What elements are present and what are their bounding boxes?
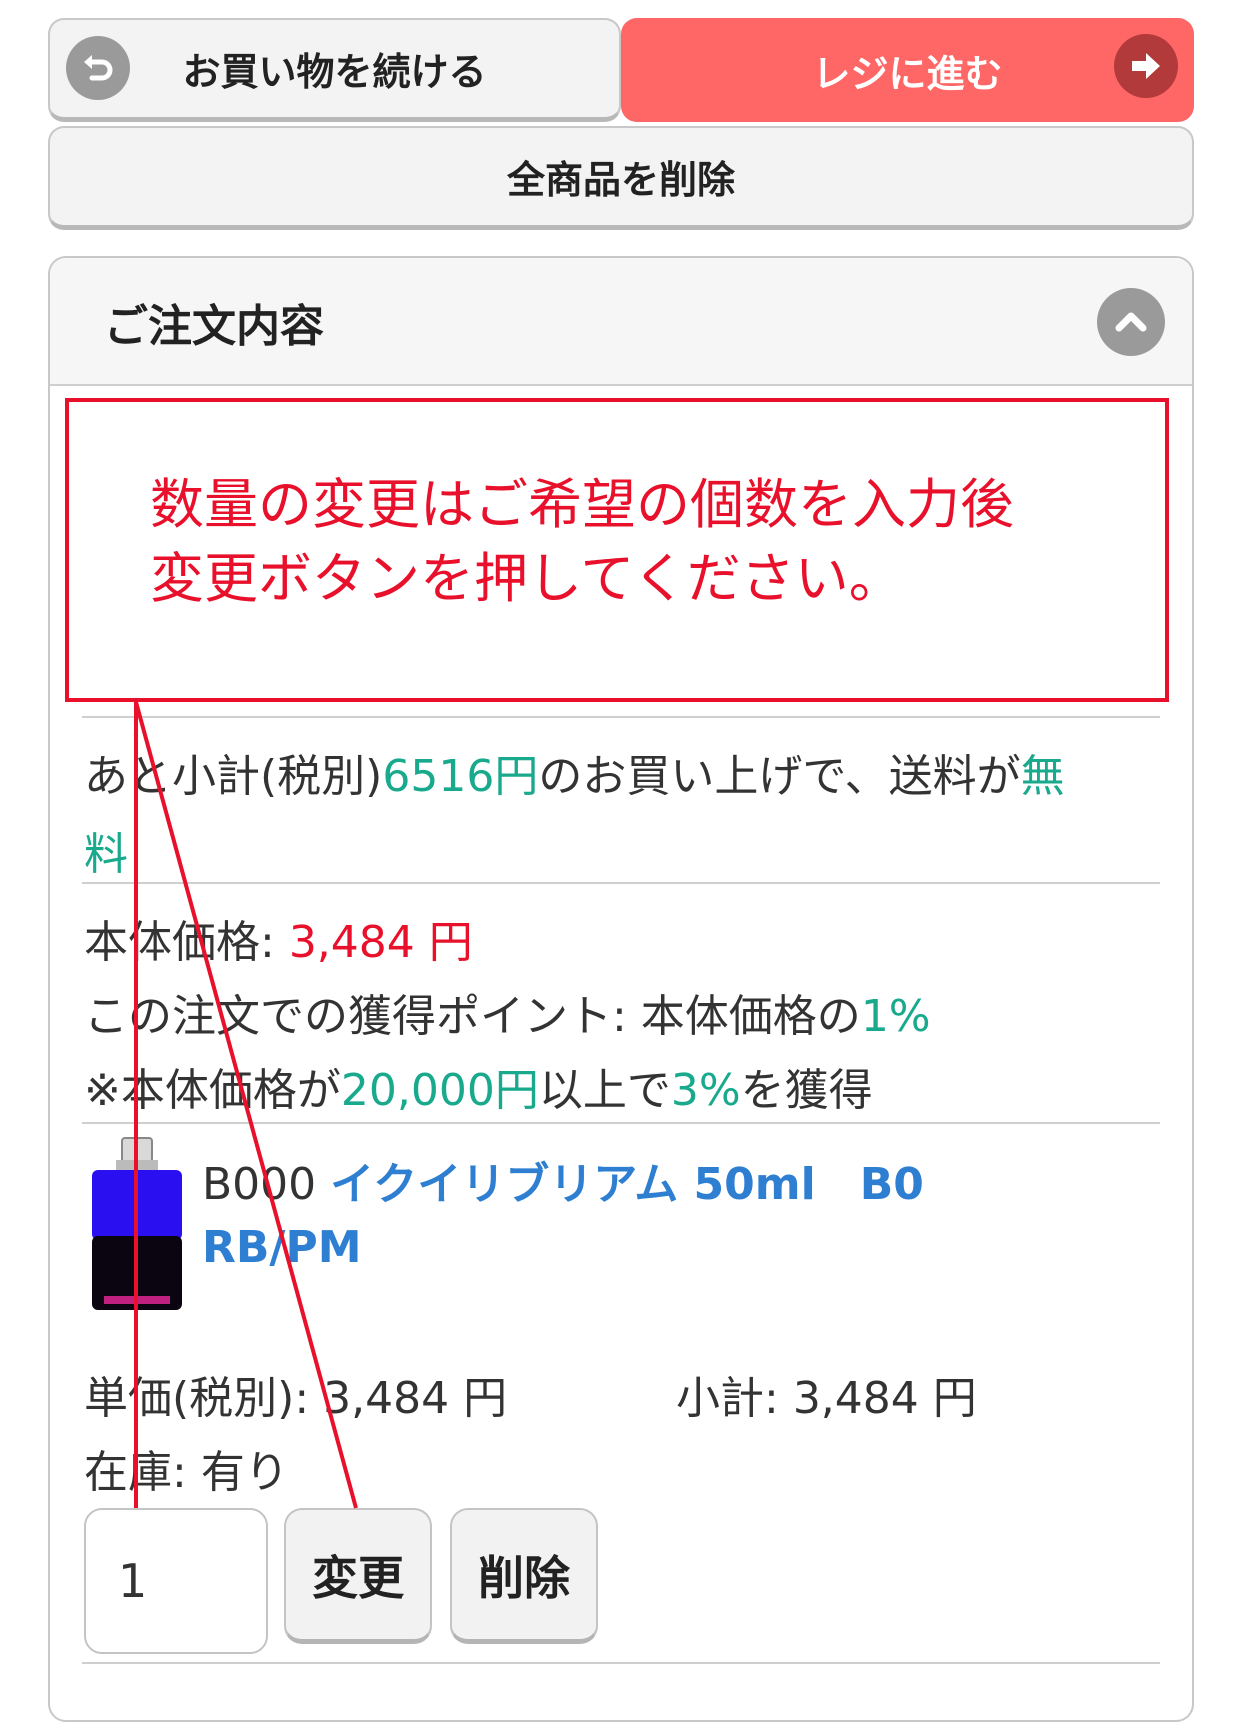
item-name-line1: B000 イクイリブリアム 50ml B0 [202,1148,924,1212]
checkout-label: レジに進む [812,51,1003,96]
quantity-input[interactable]: 1 [84,1508,268,1654]
unit-price-value: 3,484 円 [323,1373,508,1424]
back-arrow-icon [66,36,130,100]
order-panel-title: ご注文内容 [104,301,324,352]
base-price-label: 本体価格: [84,917,289,968]
shipping-prefix: あと小計(税別) [84,751,383,802]
delete-all-label: 全商品を削除 [506,158,735,202]
subtotal-line: 小計: 3,484 円 [676,1362,977,1426]
stock-label: 在庫: [84,1447,201,1498]
shipping-info-line1: あと小計(税別)6516円のお買い上げで、送料が無 [84,740,1065,804]
bonus-prefix: ※本体価格が [84,1065,341,1116]
base-price-line: 本体価格: 3,484 円 [84,906,473,970]
subtotal-value: 3,484 円 [792,1373,977,1424]
shipping-free-part2: 料 [84,829,128,880]
checkout-button[interactable]: レジに進む [621,18,1194,122]
bonus-points-line: ※本体価格が20,000円以上で3%を獲得 [84,1054,873,1118]
shipping-middle: のお買い上げで、送料が [538,751,1021,802]
unit-price-label: 単価(税別): [84,1373,324,1424]
item-code: B000 [202,1159,317,1210]
delete-all-button[interactable]: 全商品を削除 [48,126,1194,230]
item-name-link-line2[interactable]: RB/PM [202,1222,362,1273]
forward-arrow-icon [1114,34,1178,98]
divider [82,716,1160,718]
bonus-threshold: 20,000円 [340,1065,539,1116]
remove-item-button[interactable]: 削除 [450,1508,598,1644]
divider [82,882,1160,884]
notice-text: 数量の変更はご希望の個数を入力後 変更ボタンを押してください。 [150,473,1014,610]
change-quantity-button[interactable]: 変更 [284,1508,432,1644]
stock-value: 有り [200,1447,289,1498]
unit-price-line: 単価(税別): 3,484 円 [84,1362,507,1426]
item-name-link[interactable]: イクイリブリアム 50ml B0 [330,1159,924,1210]
divider [82,1122,1160,1124]
points-label: この注文での獲得ポイント: 本体価格の [84,991,861,1042]
points-line: この注文での獲得ポイント: 本体価格の1% [84,980,931,1044]
product-thumbnail[interactable] [86,1136,188,1316]
base-price-value: 3,484 円 [288,917,473,968]
bonus-mid: 以上で [538,1065,671,1116]
shipping-amount: 6516円 [382,751,539,802]
subtotal-label: 小計: [676,1373,793,1424]
continue-shopping-label: お買い物を続ける [182,50,487,94]
divider [82,1662,1160,1664]
shipping-free-part1: 無 [1020,751,1065,802]
bonus-rate: 3% [670,1065,741,1116]
continue-shopping-button[interactable]: お買い物を続ける [48,18,621,122]
bonus-suffix: を獲得 [740,1065,873,1116]
stock-line: 在庫: 有り [84,1436,289,1500]
points-value: 1% [860,991,931,1042]
chevron-up-icon[interactable] [1097,288,1165,356]
